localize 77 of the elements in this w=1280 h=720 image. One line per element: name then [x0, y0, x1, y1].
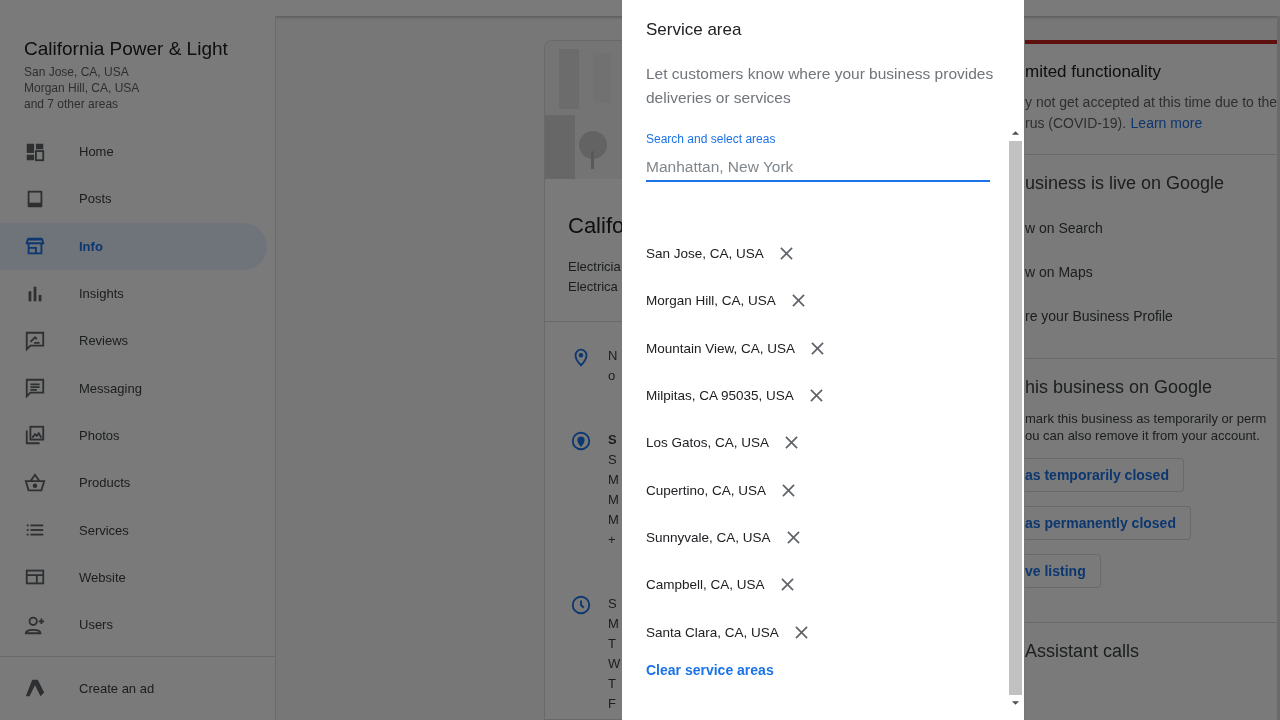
- notice-text: rus (COVID-19).: [1025, 115, 1127, 131]
- category-text: Electricia: [568, 258, 622, 276]
- section-title: Assistant calls: [1025, 641, 1141, 662]
- panel-link[interactable]: re your Business Profile: [1025, 294, 1277, 338]
- nav-item[interactable]: Messaging: [0, 364, 267, 412]
- nav-item[interactable]: Home: [0, 128, 267, 176]
- business-name: California Power & Light: [24, 38, 229, 60]
- clock-icon: [570, 594, 592, 616]
- business-area: and 7 other areas: [24, 96, 251, 112]
- business-area: Morgan Hill, CA, USA: [24, 80, 251, 96]
- panel-text: mark this business as temporarily or perm: [1025, 410, 1268, 427]
- business-title: Califo: [567, 212, 623, 239]
- clear-button[interactable]: Clear service areas: [646, 661, 774, 678]
- section-title: usiness is live on Google: [1025, 173, 1226, 194]
- area-name: Morgan Hill, CA, USA: [646, 293, 776, 309]
- nav-item[interactable]: Photos: [0, 411, 267, 460]
- info-text: S: [608, 431, 618, 449]
- area-name: Cupertino, CA, USA: [646, 482, 767, 498]
- info-text: N: [608, 347, 618, 365]
- area-name: Santa Clara, CA, USA: [646, 624, 779, 640]
- area-name: Mountain View, CA, USA: [646, 340, 796, 356]
- info-text: S: [608, 595, 618, 613]
- remove-icon[interactable]: [779, 247, 793, 261]
- nav-item[interactable]: Website: [0, 553, 267, 601]
- outlined-button[interactable]: as temporarily closed: [1025, 458, 1184, 492]
- remove-icon[interactable]: [786, 530, 800, 544]
- info-text: S: [608, 451, 618, 469]
- outlined-button[interactable]: as permanently closed: [1025, 506, 1191, 540]
- info-text: o: [608, 367, 617, 385]
- panel-link[interactable]: w on Search: [1025, 206, 1277, 250]
- area-name: Sunnyvale, CA, USA: [646, 529, 771, 545]
- area-name: Campbell, CA, USA: [646, 577, 765, 593]
- scroll-up-icon[interactable]: [1011, 130, 1020, 136]
- remove-icon[interactable]: [811, 341, 825, 355]
- area-pin-icon: [570, 430, 592, 452]
- message-icon: [24, 377, 46, 400]
- nav-item[interactable]: Services: [0, 506, 267, 554]
- remove-icon[interactable]: [782, 483, 796, 497]
- info-text: F: [608, 695, 617, 713]
- nav-item[interactable]: Posts: [0, 175, 267, 223]
- info-text: T: [608, 635, 617, 653]
- notice-text: y not get accepted at this time due to the: [1025, 93, 1277, 112]
- info-text: M: [608, 615, 620, 633]
- info-text: M: [608, 491, 619, 509]
- field-label: Search and select areas: [646, 132, 777, 146]
- learn-more-link[interactable]: Learn more: [1130, 115, 1203, 131]
- remove-icon[interactable]: [809, 389, 823, 403]
- remove-icon[interactable]: [785, 436, 799, 450]
- create-ad-item[interactable]: Create an ad: [0, 656, 275, 720]
- section-title: his business on Google: [1025, 377, 1214, 398]
- outlined-button[interactable]: ve listing: [1025, 554, 1101, 588]
- panel-text: ou can also remove it from your account.: [1025, 427, 1261, 444]
- review-icon: [24, 329, 46, 352]
- basket-icon: [24, 471, 46, 494]
- scroll-down-icon[interactable]: [1011, 700, 1020, 706]
- area-name: Los Gatos, CA, USA: [646, 435, 770, 451]
- info-text: W: [608, 655, 621, 673]
- category-text: Electrica: [568, 278, 619, 296]
- dialog-description: Let customers know where your business provides deliveries or services: [646, 64, 995, 108]
- area-name: San Jose, CA, USA: [646, 246, 764, 262]
- info-text: +: [608, 531, 617, 549]
- info-text: M: [608, 511, 619, 529]
- area-name: Milpitas, CA 95035, USA: [646, 388, 794, 404]
- nav-item[interactable]: Info: [0, 222, 267, 270]
- nav-item[interactable]: Reviews: [0, 317, 267, 365]
- nav-item[interactable]: Products: [0, 459, 267, 507]
- panel-link[interactable]: w on Maps: [1025, 250, 1277, 294]
- nav-item[interactable]: Users: [0, 600, 267, 649]
- info-text: T: [608, 675, 617, 693]
- remove-icon[interactable]: [780, 578, 794, 592]
- remove-icon[interactable]: [791, 294, 805, 308]
- dialog-title: Service area: [646, 20, 743, 40]
- info-text: M: [608, 471, 619, 489]
- business-area: San Jose, CA, USA: [24, 64, 251, 80]
- notice-title: mited functionality: [1025, 62, 1163, 82]
- remove-icon[interactable]: [794, 625, 808, 639]
- photos-icon: [24, 424, 46, 447]
